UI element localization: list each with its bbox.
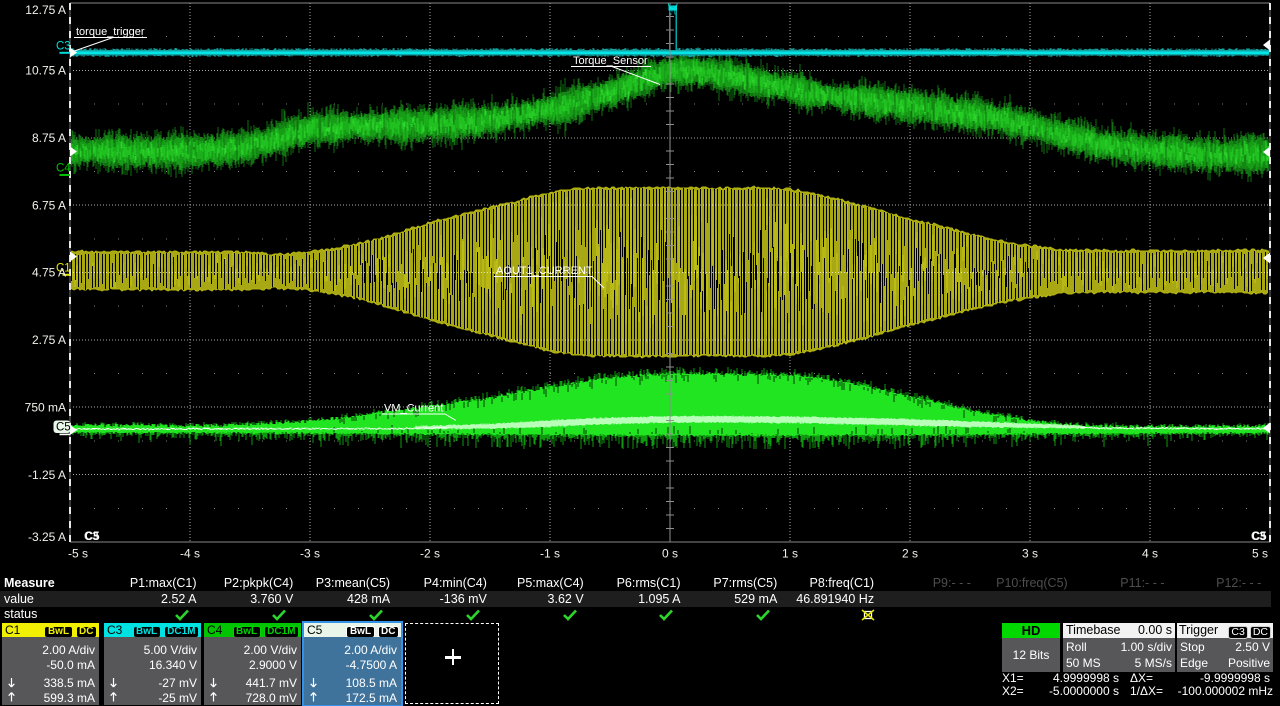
svg-text:4 s: 4 s <box>1142 547 1158 561</box>
svg-text:1 s: 1 s <box>782 547 798 561</box>
svg-text:C4: C4 <box>56 163 71 175</box>
svg-text:C5: C5 <box>1252 531 1267 543</box>
svg-text:-3.25 A: -3.25 A <box>28 530 66 544</box>
svg-text:C5: C5 <box>56 422 71 434</box>
svg-text:-1 s: -1 s <box>540 547 560 561</box>
svg-text:-5 s: -5 s <box>68 547 88 561</box>
svg-text:-4 s: -4 s <box>180 547 200 561</box>
svg-text:C3: C3 <box>56 41 71 53</box>
svg-text:4.75 A: 4.75 A <box>32 266 66 280</box>
svg-text:6.75 A: 6.75 A <box>32 198 66 212</box>
svg-text:750 mA: 750 mA <box>25 400 66 414</box>
svg-text:-2 s: -2 s <box>420 547 440 561</box>
svg-text:2 s: 2 s <box>902 547 918 561</box>
svg-text:10.75 A: 10.75 A <box>25 64 66 78</box>
svg-text:C5: C5 <box>85 531 100 543</box>
svg-text:0 s: 0 s <box>662 547 678 561</box>
svg-text:Torque_Sensor: Torque_Sensor <box>573 55 648 67</box>
svg-text:3 s: 3 s <box>1022 547 1038 561</box>
svg-text:VM_Current: VM_Current <box>384 403 443 415</box>
svg-text:torque_trigger: torque_trigger <box>76 26 145 38</box>
svg-text:-3 s: -3 s <box>300 547 320 561</box>
svg-text:AOUT1_CURRENT: AOUT1_CURRENT <box>496 265 593 277</box>
svg-text:8.75 A: 8.75 A <box>32 131 66 145</box>
svg-text:12.75 A: 12.75 A <box>25 3 66 17</box>
svg-text:2.75 A: 2.75 A <box>32 333 66 347</box>
svg-text:5 s: 5 s <box>1252 547 1268 561</box>
svg-text:-1.25 A: -1.25 A <box>28 468 66 482</box>
